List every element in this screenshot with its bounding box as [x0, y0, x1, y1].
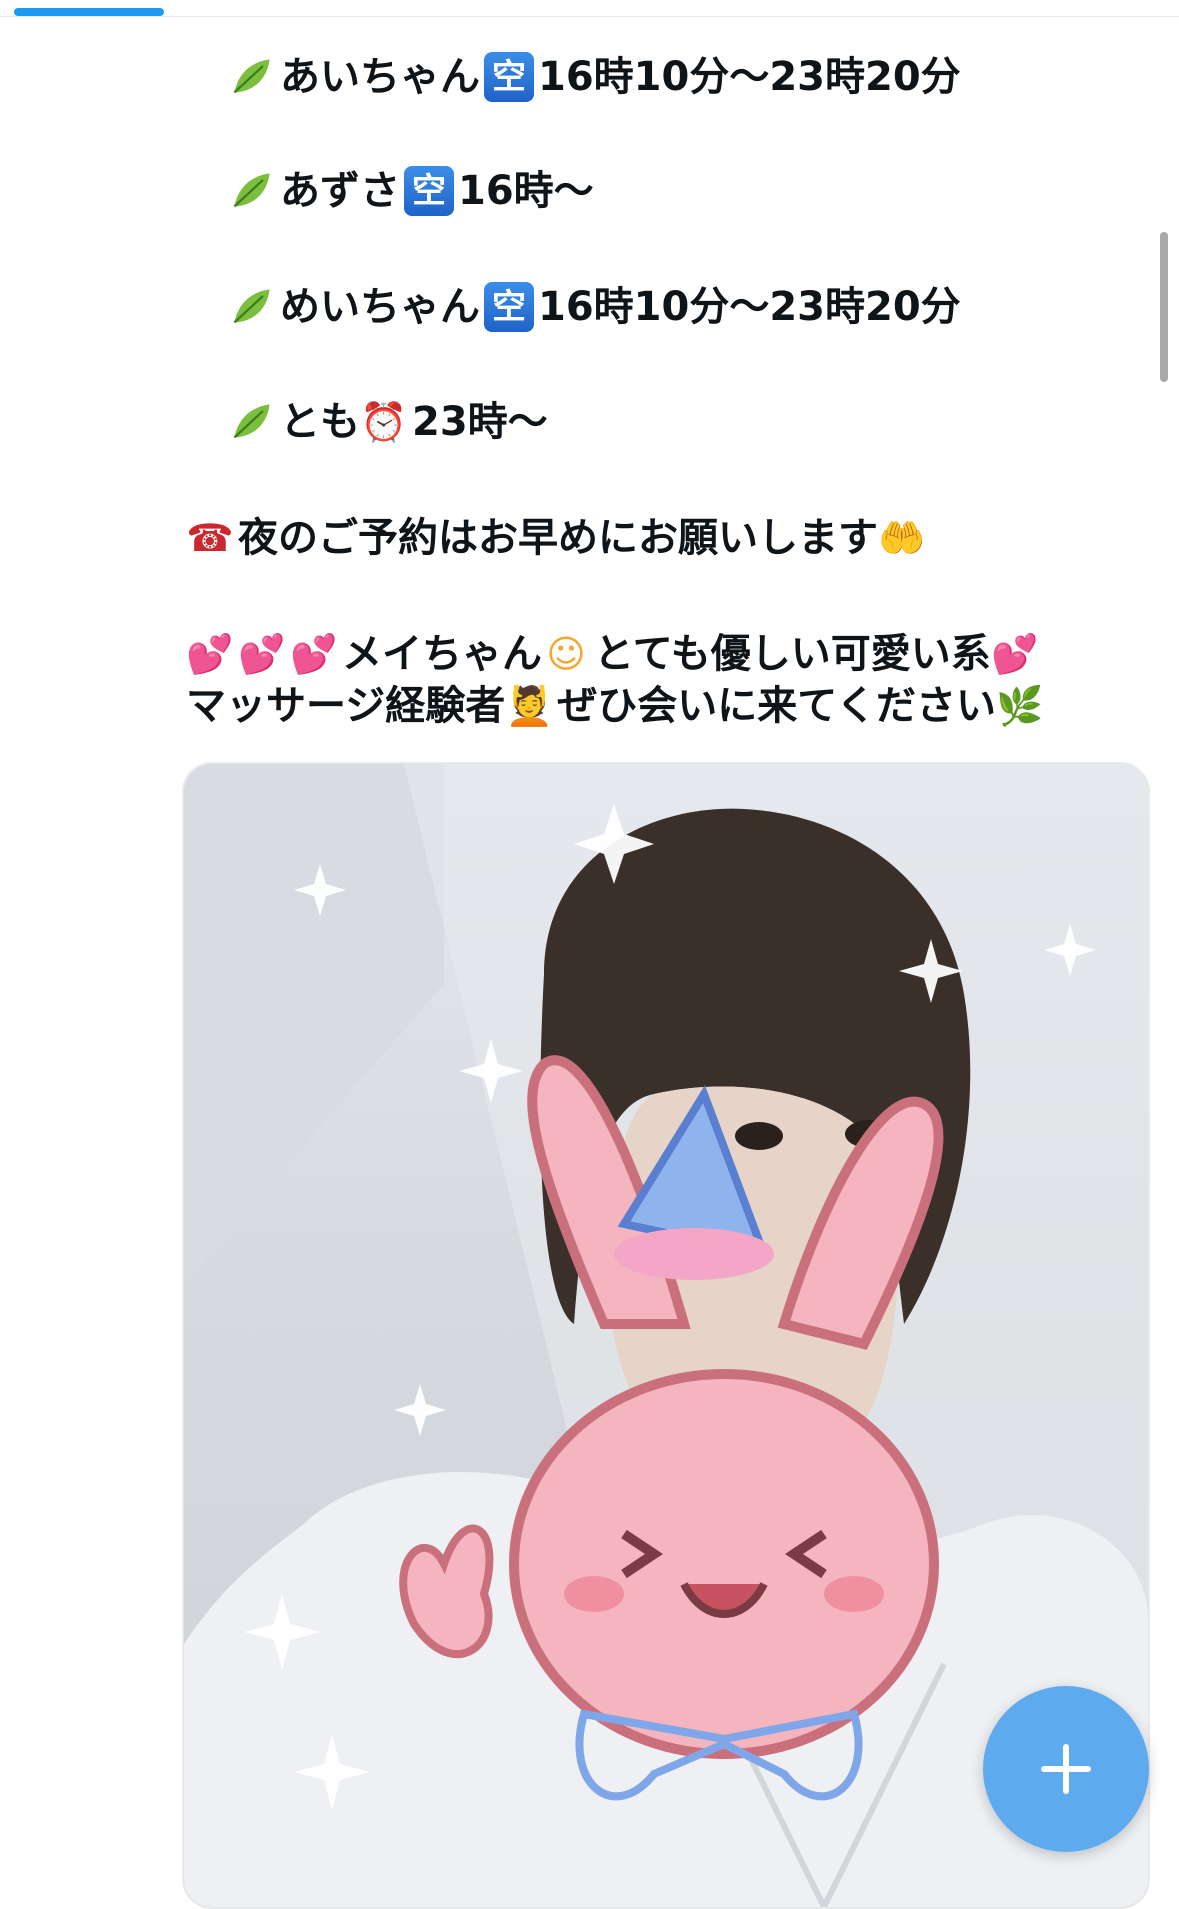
promo-name: メイちゃん [342, 631, 542, 677]
promo-line-2: マッサージ経験者 💆 ぜひ会いに来てください 🌿 [186, 682, 1048, 730]
schedule-item: あずさ 空 16時〜 [228, 166, 594, 216]
promo-experience: マッサージ経験者 [186, 683, 506, 729]
telephone-icon: ☎ [186, 516, 234, 560]
promo-description: とても優しい可愛い系 [594, 631, 991, 677]
schedule-item: めいちゃん 空 16時10分〜23時20分 [228, 282, 961, 332]
leaf-icon [228, 398, 276, 446]
schedule-item: とも ⏰ 23時〜 [228, 398, 548, 446]
scrollbar[interactable] [1160, 232, 1168, 382]
top-divider [0, 16, 1179, 17]
schedule-time: 16時〜 [458, 168, 594, 214]
active-tab-indicator [14, 8, 164, 16]
smiling-face-icon: ☺ [546, 632, 586, 676]
vacant-icon: 空 [484, 52, 534, 102]
promo-invitation: ぜひ会いに来てください [557, 683, 997, 729]
leaf-icon [228, 53, 276, 101]
promo-line-1: 💕 💕 💕 メイちゃん ☺ とても優しい可愛い系 💕 [186, 630, 1043, 678]
schedule-time: 16時10分〜23時20分 [538, 284, 961, 330]
vacant-icon: 空 [404, 166, 454, 216]
raising-hands-icon: 🤲 [878, 516, 926, 560]
plus-icon [1041, 1744, 1091, 1794]
leaf-icon [228, 283, 276, 331]
two-hearts-icon: 💕 [238, 632, 286, 676]
face-massage-icon: 💆 [505, 684, 553, 728]
two-hearts-icon: 💕 [186, 632, 234, 676]
schedule-name: あいちゃん [280, 54, 480, 100]
reservation-notice: ☎ 夜のご予約はお早めにお願いします 🤲 [186, 514, 930, 562]
schedule-name: とも [280, 399, 360, 445]
vacant-icon: 空 [484, 282, 534, 332]
schedule-name: めいちゃん [280, 284, 480, 330]
leaf-icon [228, 167, 276, 215]
alarm-clock-icon: ⏰ [360, 400, 408, 444]
two-hearts-icon: 💕 [991, 632, 1039, 676]
schedule-name: あずさ [280, 168, 400, 214]
two-hearts-icon: 💕 [290, 632, 338, 676]
schedule-time: 23時〜 [412, 399, 548, 445]
herb-icon: 🌿 [996, 684, 1044, 728]
compose-button[interactable] [983, 1686, 1149, 1852]
schedule-time: 16時10分〜23時20分 [538, 54, 961, 100]
notice-text: 夜のご予約はお早めにお願いします [238, 515, 878, 561]
schedule-item: あいちゃん 空 16時10分〜23時20分 [228, 52, 961, 102]
